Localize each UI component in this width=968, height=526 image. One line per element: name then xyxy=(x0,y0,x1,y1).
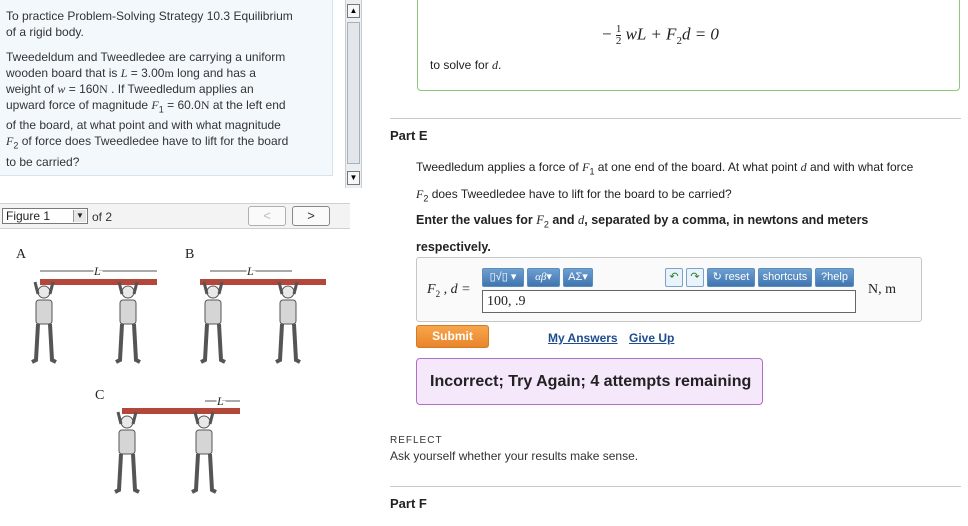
answer-label: F2 , d = xyxy=(427,282,471,299)
undo-icon[interactable]: ↶ xyxy=(665,268,683,287)
label-c: C xyxy=(95,388,104,403)
person-c-right xyxy=(190,410,218,494)
feedback-message: Incorrect; Try Again; 4 attempts remaini… xyxy=(416,358,763,405)
section-divider-2 xyxy=(390,486,961,487)
fraction: 1 2 xyxy=(615,23,622,47)
submit-button[interactable]: Submit xyxy=(416,325,489,348)
person-a-right xyxy=(114,280,142,364)
solve-for-text: to solve for d. xyxy=(430,58,502,72)
reset-button[interactable]: ↻ reset xyxy=(707,268,755,287)
problem-statement: Tweedeldum and Tweedledee are carrying a… xyxy=(6,50,289,169)
board-c xyxy=(122,408,240,414)
person-a-left xyxy=(30,280,58,364)
chevron-left-icon: < xyxy=(263,208,271,223)
scroll-up-arrow-icon[interactable]: ▲ xyxy=(347,4,360,18)
my-answers-link[interactable]: My Answers xyxy=(548,331,618,345)
person-b-right xyxy=(274,280,302,364)
answer-units: N, m xyxy=(868,282,896,297)
intro-scrollbar[interactable]: ▲ ▼ xyxy=(345,0,362,188)
intro-line-2: of a rigid body. xyxy=(6,25,84,39)
previous-hint-box: − 1 2 wL + F2d = 0 to solve for d. xyxy=(417,0,960,91)
dimension-label-b: L xyxy=(246,264,254,278)
reset-icon: ↻ xyxy=(712,271,722,283)
person-c-left xyxy=(113,410,141,494)
part-e-instructions: Enter the values for F2 and d, separated… xyxy=(416,213,869,254)
figure-select[interactable]: Figure 1 ▼ xyxy=(2,208,88,224)
part-e-title: Part E xyxy=(390,128,428,143)
part-f-title: Part F xyxy=(390,496,427,511)
problem-intro-panel: To practice Problem-Solving Strategy 10.… xyxy=(0,0,333,176)
label-a: A xyxy=(16,247,27,262)
var-F1: F xyxy=(151,98,159,112)
give-up-link[interactable]: Give Up xyxy=(629,331,674,345)
shortcuts-button[interactable]: shortcuts xyxy=(758,268,812,287)
reflect-heading: REFLECT xyxy=(390,435,443,446)
dimension-label-c: L xyxy=(216,394,224,408)
figure-count: of 2 xyxy=(92,210,113,224)
figure-illustration: A B C L L L xyxy=(16,247,326,494)
dropdown-caret-icon: ▼ xyxy=(73,210,86,222)
scroll-thumb[interactable] xyxy=(347,22,360,164)
intro-heading: To practice Problem-Solving Strategy 10.… xyxy=(6,8,324,40)
symbols-button[interactable]: ΑΣ▾ xyxy=(563,268,593,287)
section-divider xyxy=(390,118,961,119)
board-b xyxy=(200,279,326,285)
redo-icon[interactable]: ↷ xyxy=(686,268,704,287)
figure-navigation-bar: Figure 1 ▼ of 2 < > xyxy=(0,203,350,229)
intro-line-1: To practice Problem-Solving Strategy 10.… xyxy=(6,9,293,23)
chevron-right-icon: > xyxy=(307,208,315,223)
person-b-left xyxy=(199,280,227,364)
scroll-down-arrow-icon[interactable]: ▼ xyxy=(347,171,360,185)
reflect-text: Ask yourself whether your results make s… xyxy=(390,449,639,463)
board-a xyxy=(40,279,157,285)
next-figure-button[interactable]: > xyxy=(292,206,330,226)
help-button[interactable]: ?help xyxy=(815,268,854,287)
previous-figure-button[interactable]: < xyxy=(248,206,286,226)
answer-entry-box: F2 , d = ▯√▯ ▾ αβ▾ ΑΣ▾ ↶ ↷ ↻ reset short… xyxy=(416,257,922,322)
part-e-description: Tweedledum applies a force of F1 at one … xyxy=(416,160,914,204)
templates-button[interactable]: ▯√▯ ▾ xyxy=(482,268,524,287)
dimension-label-a: L xyxy=(93,264,101,278)
greek-letters-button[interactable]: αβ▾ xyxy=(527,268,560,287)
equation: − 1 2 wL + F2d = 0 xyxy=(602,23,719,47)
answer-input[interactable]: 100, .9 xyxy=(482,290,856,313)
label-b: B xyxy=(185,247,194,262)
